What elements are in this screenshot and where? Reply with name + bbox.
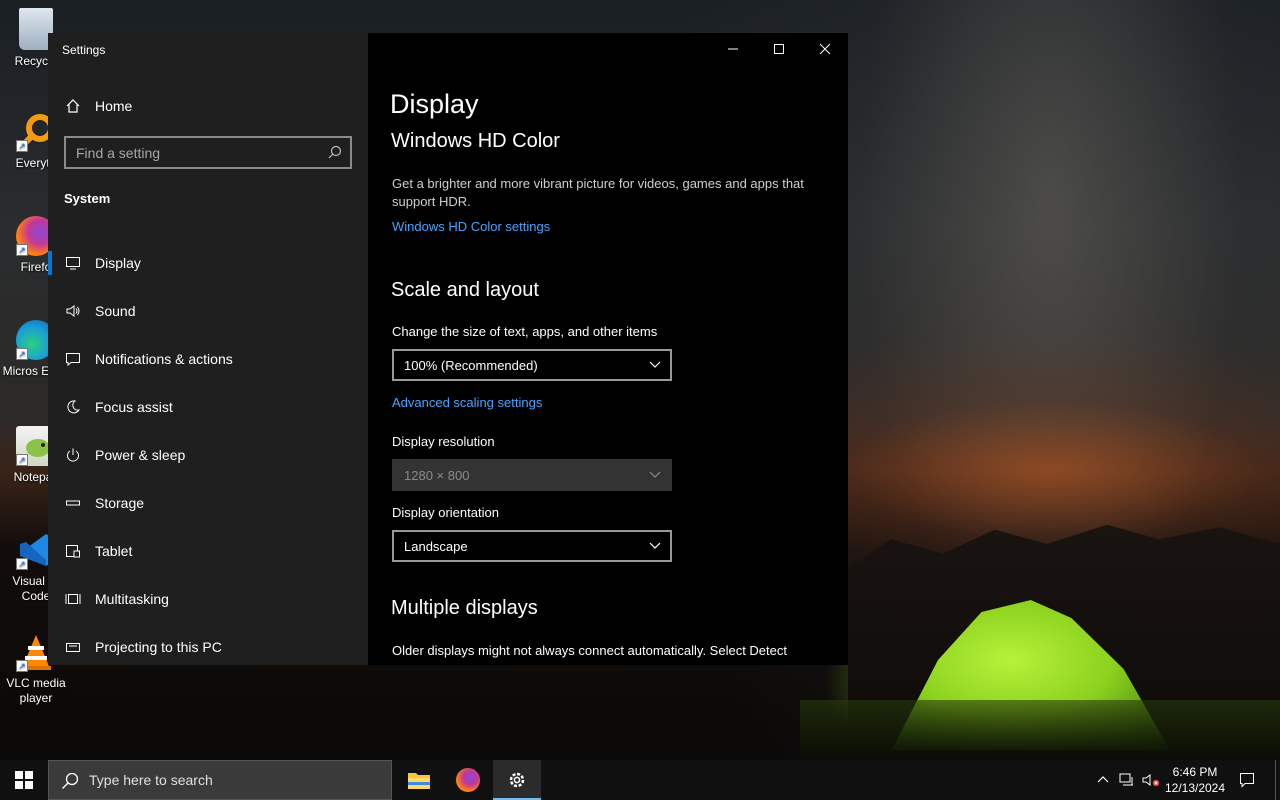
tablet-icon — [64, 542, 82, 560]
resolution-value: 1280 × 800 — [404, 467, 470, 483]
scale-label: Change the size of text, apps, and other… — [392, 324, 658, 339]
projecting-icon — [64, 638, 82, 656]
firefox-icon — [456, 768, 480, 792]
action-center-icon — [1240, 773, 1254, 788]
nav-item-label: Focus assist — [95, 399, 173, 415]
settings-content: Display Windows HD Color Get a brighter … — [368, 33, 848, 665]
nav-item-storage[interactable]: Storage — [48, 479, 368, 527]
clock-time: 6:46 PM — [1172, 765, 1218, 779]
volume-muted-icon — [1142, 774, 1160, 787]
nav-item-label: Power & sleep — [95, 447, 186, 463]
maximize-button[interactable] — [756, 33, 802, 65]
notification-icon — [64, 350, 82, 368]
minimize-button[interactable] — [710, 33, 756, 65]
show-desktop-button[interactable] — [1275, 760, 1280, 800]
wallpaper-grass — [800, 700, 1280, 760]
orientation-label: Display orientation — [392, 505, 499, 520]
multitasking-icon — [64, 590, 82, 608]
windows-logo-icon — [15, 771, 33, 789]
taskbar-file-explorer[interactable] — [395, 760, 443, 800]
scale-value: 100% (Recommended) — [404, 357, 538, 373]
nav-item-display[interactable]: Display — [48, 239, 368, 287]
desktop-icon-label: VLC media player — [6, 676, 66, 705]
storage-icon — [64, 494, 82, 512]
resolution-label: Display resolution — [392, 434, 495, 449]
taskbar-firefox[interactable] — [444, 760, 492, 800]
settings-window: Settings Home System Display Sound — [48, 33, 848, 665]
orientation-dropdown[interactable]: Landscape — [392, 530, 672, 562]
page-title: Display — [390, 89, 479, 119]
section-system: System — [64, 191, 111, 206]
action-center-button[interactable] — [1234, 760, 1260, 800]
speaker-icon — [64, 302, 82, 320]
minimize-icon — [728, 48, 738, 50]
window-controls — [710, 33, 848, 65]
nav-item-label: Multitasking — [95, 591, 169, 607]
nav-item-projecting[interactable]: Projecting to this PC — [48, 623, 368, 665]
taskbar: 6:46 PM 12/13/2024 — [0, 760, 1280, 800]
advanced-scaling-link[interactable]: Advanced scaling settings — [392, 395, 542, 410]
nav-item-label: Display — [95, 255, 141, 271]
home-icon — [64, 97, 82, 115]
orientation-value: Landscape — [404, 538, 468, 554]
settings-sidebar: Settings Home System Display Sound — [48, 33, 368, 665]
moon-icon — [64, 398, 82, 416]
nav-item-label: Storage — [95, 495, 145, 511]
nav-item-focus-assist[interactable]: Focus assist — [48, 383, 368, 431]
settings-nav-list: Display Sound Notifications & actions Fo… — [48, 239, 368, 665]
taskbar-search[interactable] — [48, 760, 392, 800]
find-setting-search[interactable] — [64, 136, 352, 169]
desktop-icon-label: Firefo — [20, 260, 52, 274]
chevron-down-icon — [648, 538, 662, 555]
hd-color-settings-link[interactable]: Windows HD Color settings — [392, 219, 550, 234]
settings-gear-icon — [509, 772, 525, 788]
taskbar-search-input[interactable] — [89, 761, 379, 799]
scale-layout-heading: Scale and layout — [391, 279, 539, 301]
network-status[interactable] — [1116, 760, 1138, 800]
nav-home-label: Home — [95, 98, 133, 114]
hd-color-description: Get a brighter and more vibrant picture … — [392, 176, 804, 209]
nav-home[interactable]: Home — [64, 95, 132, 117]
show-hidden-icons-button[interactable] — [1092, 760, 1114, 800]
multiple-displays-description: Older displays might not always connect … — [392, 643, 787, 658]
nav-item-label: Tablet — [95, 543, 133, 559]
start-button[interactable] — [0, 760, 48, 800]
close-icon — [819, 43, 831, 55]
clock-date: 12/13/2024 — [1164, 781, 1226, 795]
nav-item-label: Projecting to this PC — [95, 639, 222, 655]
close-button[interactable] — [802, 33, 848, 65]
find-setting-input[interactable] — [66, 138, 350, 167]
volume-status[interactable] — [1140, 760, 1162, 800]
nav-item-label: Notifications & actions — [95, 351, 233, 367]
nav-item-power-sleep[interactable]: Power & sleep — [48, 431, 368, 479]
nav-item-multitasking[interactable]: Multitasking — [48, 575, 368, 623]
nav-item-notifications[interactable]: Notifications & actions — [48, 335, 368, 383]
scale-dropdown[interactable]: 100% (Recommended) — [392, 349, 672, 381]
taskbar-clock[interactable]: 6:46 PM 12/13/2024 — [1160, 764, 1230, 796]
nav-item-sound[interactable]: Sound — [48, 287, 368, 335]
file-explorer-icon — [408, 773, 430, 789]
maximize-icon — [774, 44, 784, 54]
resolution-dropdown[interactable]: 1280 × 800 — [392, 459, 672, 491]
search-icon — [61, 772, 79, 795]
nav-item-label: Sound — [95, 303, 136, 319]
multiple-displays-heading: Multiple displays — [391, 597, 538, 619]
taskbar-settings[interactable] — [493, 760, 541, 800]
chevron-up-icon — [1097, 776, 1109, 783]
nav-item-tablet[interactable]: Tablet — [48, 527, 368, 575]
network-icon — [1119, 773, 1133, 786]
power-icon — [64, 446, 82, 464]
chevron-down-icon — [648, 357, 662, 374]
window-title: Settings — [62, 43, 106, 57]
hd-color-heading: Windows HD Color — [391, 130, 560, 152]
search-icon[interactable] — [328, 145, 342, 164]
monitor-icon — [64, 254, 82, 272]
chevron-down-icon — [648, 467, 662, 484]
